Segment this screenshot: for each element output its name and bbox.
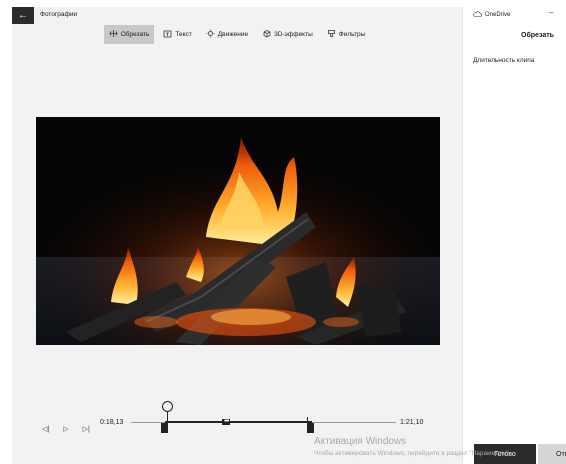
onedrive-status[interactable]: OneDrive [473,11,510,19]
filters-icon [327,29,336,40]
cancel-button[interactable]: Отм [538,444,566,464]
3d-effects-icon [262,29,271,40]
trim-start-time: 0:18,13 [100,419,124,426]
playhead-handle[interactable] [162,401,173,412]
trim-side-panel: OneDrive – Обрезать Длительность клипа Г… [462,7,566,464]
app-title: Фотографии [40,11,78,18]
edit-toolbar: Обрезать Текст Движение 3D-эффекты Фильт… [12,24,462,44]
trim-icon [109,29,118,40]
text-icon [163,29,172,40]
next-frame-icon[interactable]: ▷| [83,425,90,433]
tab-filters[interactable]: Фильтры [322,25,371,44]
back-arrow-icon: ← [18,10,28,21]
selection-grip[interactable]: ••• [222,418,231,425]
tab-3d-effects-label: 3D-эффекты [274,30,313,38]
timeline-selection[interactable] [165,421,312,423]
campfire-video-frame [36,117,440,345]
trim-start-handle[interactable] [161,417,168,433]
title-bar: ← Фотографии [12,7,462,24]
tab-trim-label: Обрезать [120,30,150,38]
clip-length-label: Длительность клипа [473,57,535,64]
cloud-icon [473,11,482,19]
play-icon[interactable]: ▷ [63,425,68,433]
previous-frame-icon[interactable]: ◁| [42,425,49,433]
tab-3d-effects[interactable]: 3D-эффекты [257,25,318,44]
tab-filters-label: Фильтры [338,30,366,38]
photos-app-window: ← Фотографии Обрезать Текст Движение 3D-… [0,0,566,464]
panel-title: Обрезать [521,32,554,39]
tab-text-label: Текст [175,30,192,38]
tab-motion-label: Движение [217,30,249,38]
playback-controls: ◁| ▷ ▷| [42,425,90,433]
trim-end-time: 1:21,10 [400,419,424,426]
editor-area: ← Фотографии Обрезать Текст Движение 3D-… [12,7,462,464]
tab-trim[interactable]: Обрезать [103,24,155,44]
video-preview[interactable] [36,117,440,345]
tab-motion[interactable]: Движение [201,25,253,44]
back-button[interactable]: ← [12,7,34,24]
motion-icon [206,29,215,40]
onedrive-label: OneDrive [485,12,511,18]
minimize-button[interactable]: – [549,8,553,17]
tab-text[interactable]: Текст [158,25,196,44]
done-button[interactable]: Готово [474,444,536,464]
trim-end-handle[interactable] [307,417,314,433]
